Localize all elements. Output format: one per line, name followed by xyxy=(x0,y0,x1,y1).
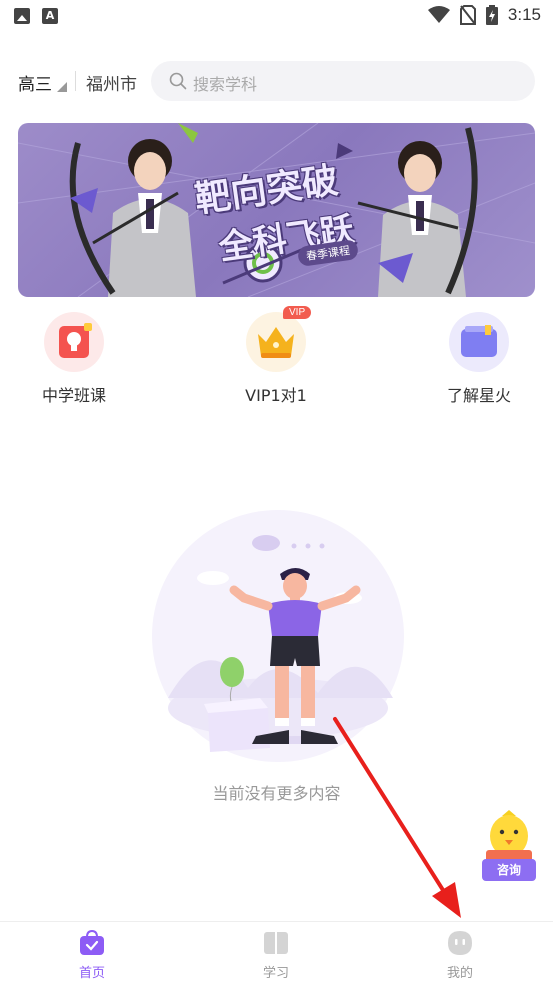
entry-label: 了解星火 xyxy=(446,386,511,405)
top-header: 高三 福州市 搜索学科 xyxy=(0,60,553,102)
search-icon xyxy=(169,72,187,90)
header-divider xyxy=(75,71,76,91)
grade-dropdown-icon[interactable] xyxy=(57,82,67,92)
entry-label: VIP1对1 xyxy=(245,386,307,405)
empty-state-text: 当前没有更多内容 xyxy=(212,784,341,803)
entry-label: 中学班课 xyxy=(41,386,106,405)
clock-time: 3:15 xyxy=(507,5,541,24)
consult-button[interactable]: 咨询 xyxy=(480,810,538,882)
home-bag-icon xyxy=(79,929,105,956)
left-student-figure xyxy=(69,139,196,297)
grade-selector[interactable]: 高三 xyxy=(18,70,52,95)
image-icon xyxy=(14,8,30,24)
promo-banner[interactable]: 靶向突破 全科飞跃 春季课程 xyxy=(18,123,535,297)
empty-state-illustration xyxy=(152,510,404,762)
a-icon: A xyxy=(42,8,58,24)
crown-icon: VIP xyxy=(246,306,312,372)
nav-tab-home[interactable]: 首页 xyxy=(52,929,132,981)
status-bar: A 3:15 xyxy=(0,0,553,34)
entry-middle-school-class[interactable]: 中学班课 xyxy=(19,312,129,406)
lightbulb-icon xyxy=(44,312,104,372)
nav-label-home: 首页 xyxy=(78,966,105,981)
nav-tab-study[interactable]: 学习 xyxy=(236,930,316,981)
search-placeholder: 搜索学科 xyxy=(193,75,258,94)
vip-badge: VIP xyxy=(283,306,312,319)
study-book-icon xyxy=(263,930,289,956)
nav-label-mine: 我的 xyxy=(446,966,473,981)
no-sim-icon xyxy=(459,5,476,25)
entry-about-xinghuo[interactable]: 了解星火 xyxy=(424,312,534,406)
search-bar[interactable]: 搜索学科 xyxy=(151,61,535,101)
book-icon xyxy=(449,312,509,372)
entry-vip-one-on-one[interactable]: VIP VIP1对1 xyxy=(221,306,331,406)
city-selector[interactable]: 福州市 xyxy=(86,70,137,95)
consult-label: 咨询 xyxy=(482,859,536,881)
nav-tab-mine[interactable]: 我的 xyxy=(420,930,500,981)
chick-mascot-icon xyxy=(486,810,532,866)
battery-icon xyxy=(485,5,498,25)
bottom-nav: 首页 学习 我的 xyxy=(0,921,553,983)
profile-face-icon xyxy=(447,930,473,956)
wifi-icon xyxy=(427,6,450,23)
nav-label-study: 学习 xyxy=(262,966,289,981)
